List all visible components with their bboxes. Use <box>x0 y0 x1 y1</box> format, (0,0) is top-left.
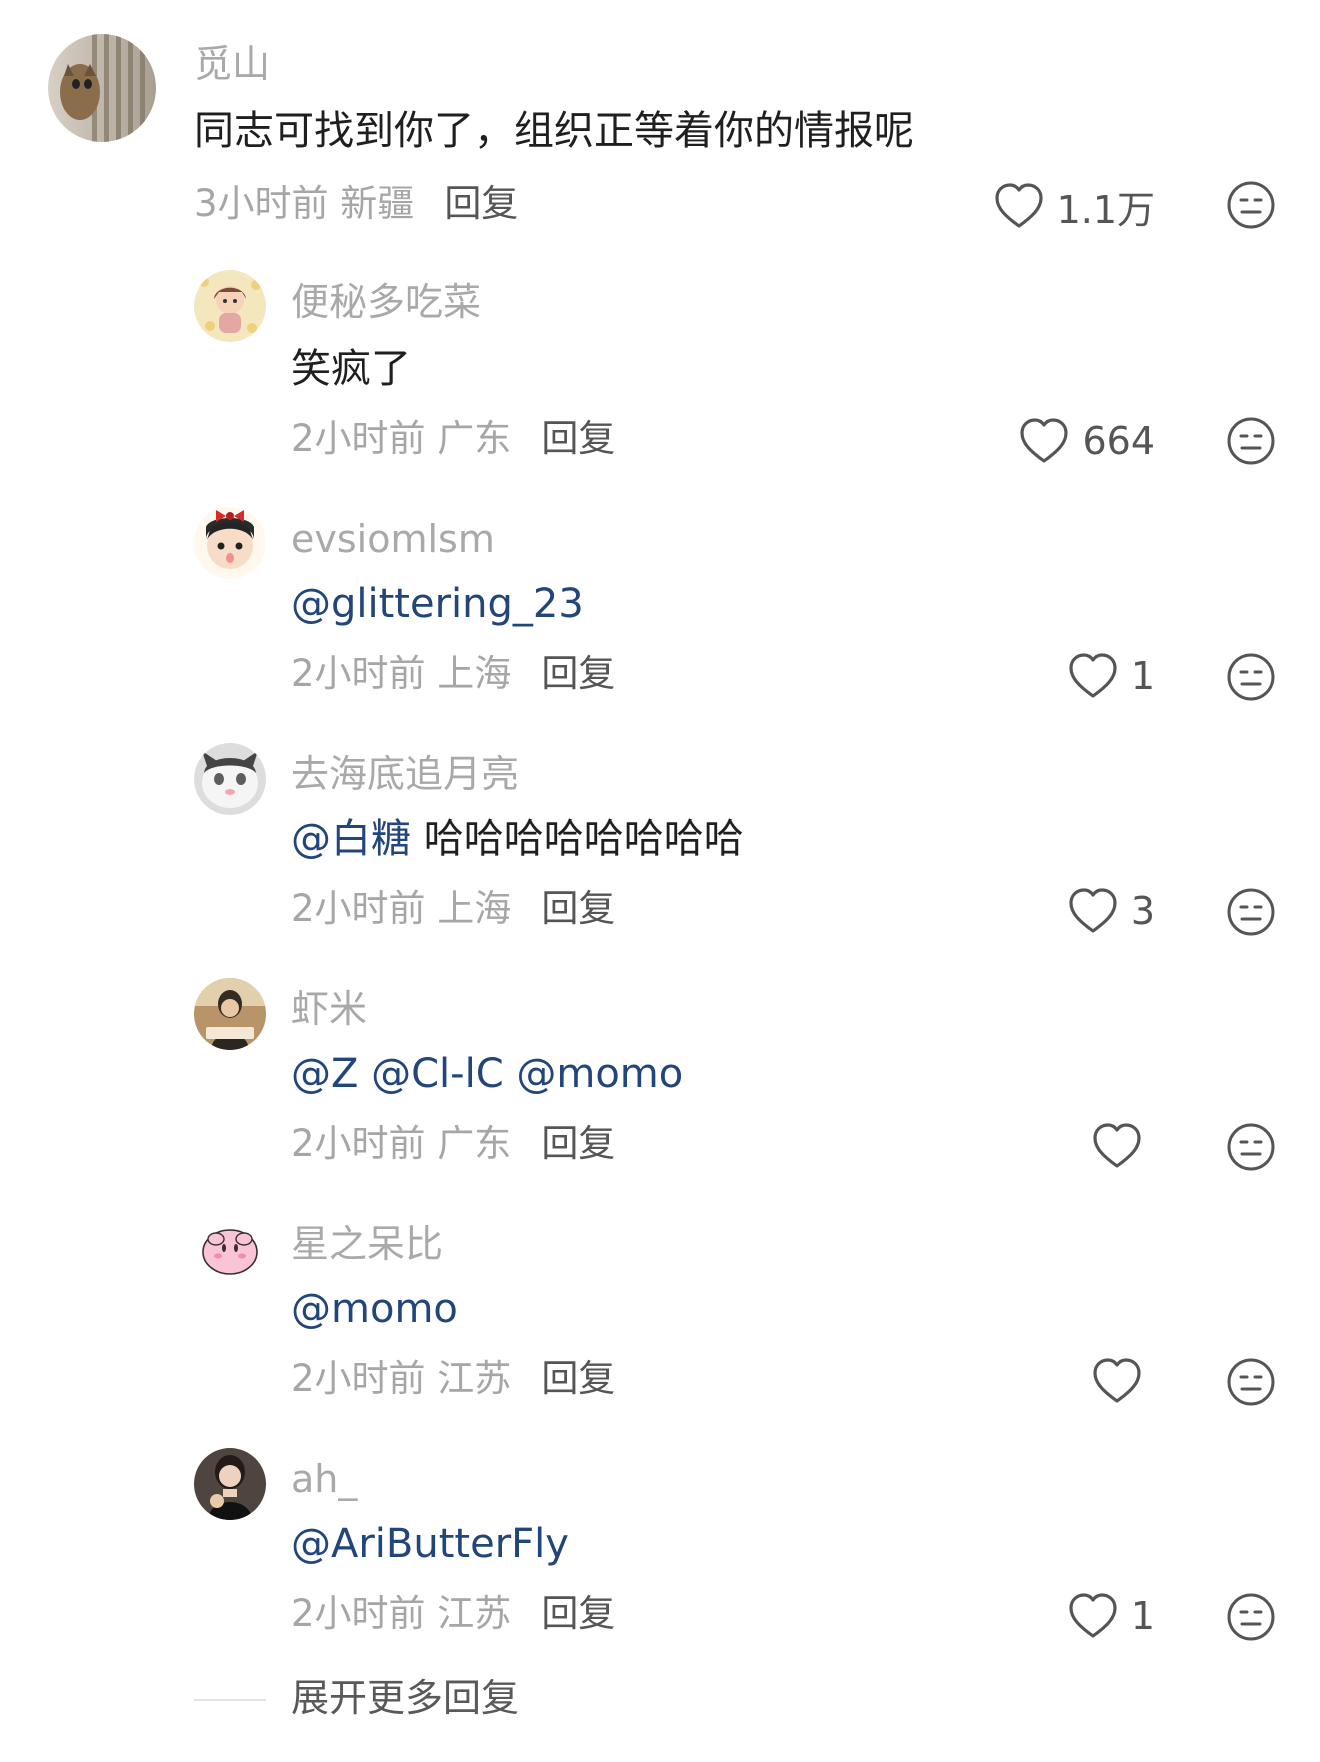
reply-text: @glittering_23 <box>291 580 584 628</box>
dislike-button[interactable] <box>1226 652 1276 702</box>
reply-button[interactable]: 回复 <box>541 1592 615 1635</box>
mention-link[interactable]: @Z @Cl-lC @momo <box>291 1051 683 1097</box>
dislike-button[interactable] <box>1226 416 1276 466</box>
person-reading-avatar[interactable] <box>194 978 266 1050</box>
mention-link[interactable]: @momo <box>291 1286 458 1332</box>
like-button[interactable] <box>1091 1355 1155 1407</box>
reply-author[interactable]: 星之呆比 <box>291 1222 443 1266</box>
reply-text: @momo <box>291 1285 458 1333</box>
heart-icon <box>1069 1593 1117 1638</box>
like-count: 664 <box>1082 419 1155 463</box>
reply-meta: 2小时前 上海 回复 <box>291 887 615 931</box>
dislike-face-icon <box>1227 1358 1275 1406</box>
comment-author[interactable]: 觅山 <box>194 42 270 86</box>
like-button[interactable]: 1.1万 <box>993 180 1155 232</box>
reply-button[interactable]: 回复 <box>541 1357 615 1400</box>
reply-text: @白糖 哈哈哈哈哈哈哈哈 <box>291 815 744 863</box>
pink-kirby-avatar[interactable] <box>194 1213 266 1285</box>
heart-icon <box>1093 1358 1141 1403</box>
reply-meta: 2小时前 广东 回复 <box>291 417 615 461</box>
dislike-button[interactable] <box>1226 1592 1276 1642</box>
reply-author[interactable]: 虾米 <box>291 987 367 1031</box>
dislike-face-icon <box>1227 1593 1275 1641</box>
like-count: 3 <box>1130 889 1155 933</box>
reply-button[interactable]: 回复 <box>444 182 518 225</box>
reply-author[interactable]: 便秘多吃菜 <box>291 280 481 324</box>
dislike-face-icon <box>1227 181 1275 229</box>
reply-message: 哈哈哈哈哈哈哈哈 <box>411 816 744 862</box>
reply-time-location: 2小时前 上海 <box>291 652 512 695</box>
reply-time-location: 2小时前 广东 <box>291 417 512 460</box>
heart-icon <box>1020 418 1069 463</box>
reply-meta: 2小时前 江苏 回复 <box>291 1592 615 1636</box>
dislike-face-icon <box>1227 888 1275 936</box>
heart-icon <box>1069 888 1117 933</box>
dislike-button[interactable] <box>1226 887 1276 937</box>
reply-meta: 2小时前 广东 回复 <box>291 1122 615 1166</box>
comment-meta: 3小时前 新疆 回复 <box>194 182 518 226</box>
reply-author[interactable]: evsiomlsm <box>291 517 495 561</box>
reply-message: 笑疯了 <box>291 346 411 392</box>
like-count: 1.1万 <box>1056 187 1155 232</box>
reply-author[interactable]: 去海底追月亮 <box>291 752 519 796</box>
dislike-face-icon <box>1227 1123 1275 1171</box>
expand-divider <box>194 1699 266 1701</box>
like-button[interactable]: 1 <box>1067 1590 1155 1642</box>
dislike-face-icon <box>1227 417 1275 465</box>
cat-peeking-avatar[interactable] <box>48 34 156 142</box>
reply-time-location: 2小时前 江苏 <box>291 1357 512 1400</box>
mention-link[interactable]: @glittering_23 <box>291 581 584 627</box>
reply-meta: 2小时前 上海 回复 <box>291 652 615 696</box>
reply-button[interactable]: 回复 <box>541 887 615 930</box>
expand-more-replies-button[interactable]: 展开更多回复 <box>291 1675 519 1721</box>
like-button[interactable]: 1 <box>1067 650 1155 702</box>
like-count: 1 <box>1130 654 1155 698</box>
cartoon-girl-bow-avatar[interactable] <box>194 507 266 579</box>
mention-link[interactable]: @AriButterFly <box>291 1521 569 1567</box>
reply-text: @Z @Cl-lC @momo <box>291 1050 683 1098</box>
reply-meta: 2小时前 江苏 回复 <box>291 1357 615 1401</box>
comment-time-location: 3小时前 新疆 <box>194 182 415 225</box>
dislike-face-icon <box>1227 653 1275 701</box>
like-button[interactable] <box>1091 1120 1155 1172</box>
comment-text: 同志可找到你了，组织正等着你的情报呢 <box>194 108 914 154</box>
reply-button[interactable]: 回复 <box>541 417 615 460</box>
cartoon-girl-avatar[interactable] <box>194 270 266 342</box>
reply-button[interactable]: 回复 <box>541 1122 615 1165</box>
mention-link[interactable]: @白糖 <box>291 816 411 862</box>
reply-text: 笑疯了 <box>291 345 411 393</box>
dislike-button[interactable] <box>1226 1122 1276 1172</box>
cat-avatar[interactable] <box>194 743 266 815</box>
reply-time-location: 2小时前 江苏 <box>291 1592 512 1635</box>
woman-portrait-avatar[interactable] <box>194 1448 266 1520</box>
reply-time-location: 2小时前 广东 <box>291 1122 512 1165</box>
dislike-button[interactable] <box>1226 1357 1276 1407</box>
heart-icon <box>994 183 1043 228</box>
heart-icon <box>1093 1123 1141 1168</box>
reply-button[interactable]: 回复 <box>541 652 615 695</box>
reply-text: @AriButterFly <box>291 1520 569 1568</box>
reply-time-location: 2小时前 上海 <box>291 887 512 930</box>
like-button[interactable]: 3 <box>1067 885 1155 937</box>
heart-icon <box>1069 653 1117 698</box>
reply-author[interactable]: ah_ <box>291 1457 357 1501</box>
like-count: 1 <box>1130 1594 1155 1638</box>
like-button[interactable]: 664 <box>1018 415 1155 467</box>
dislike-button[interactable] <box>1226 180 1276 230</box>
